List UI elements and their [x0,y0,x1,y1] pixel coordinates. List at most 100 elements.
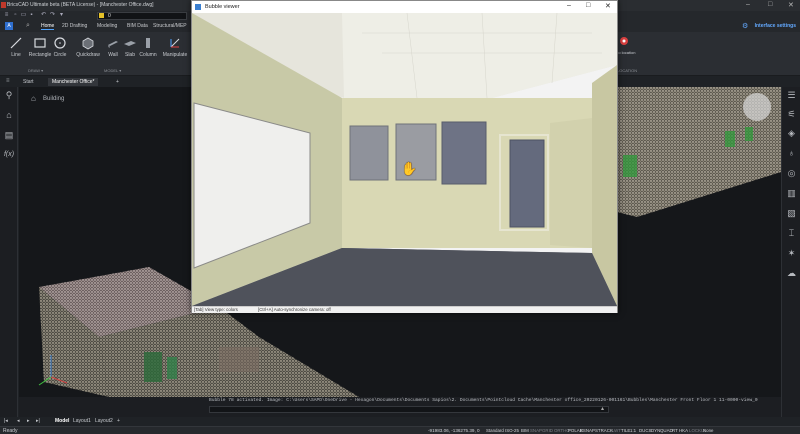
view-cube-icon[interactable] [743,93,771,121]
search-icon[interactable]: ⌕ [26,22,30,30]
circle-button[interactable]: Circle [47,36,73,64]
left-toolbar: ⚲ ⌂ ▤ f(x) [0,87,18,417]
status-toggle-rt[interactable]: RT [672,428,678,433]
column-button[interactable]: Column [135,36,161,64]
building-icon: ⌂ [31,94,36,103]
interface-settings-link[interactable]: Interface settings [755,23,796,29]
hand-cursor-icon: ✋ [401,161,418,176]
status-toggle-lwt[interactable]: LWT [612,428,621,433]
redo-icon[interactable]: ↷ [49,12,56,19]
bv-maximize-button[interactable]: □ [586,2,590,9]
status-toggle-esnap[interactable]: ESNAP [580,428,595,433]
prev-layout-icon[interactable]: ◂ [17,418,20,424]
tab-2d-drafting[interactable]: 2D Drafting [62,23,87,29]
function-icon[interactable]: f(x) [3,149,15,161]
render-icon[interactable]: ◎ [785,167,798,180]
model-group-label[interactable]: MODEL ▾ [104,68,121,73]
draw-group-label[interactable]: DRAW ▾ [28,68,43,73]
geo-location-icon [620,37,628,45]
bubble-viewer-icon [195,4,201,10]
manipulate-button[interactable]: Manipulate [161,36,189,64]
location-pin-icon[interactable]: ⚲ [3,89,15,101]
library-icon[interactable]: ▥ [785,187,798,200]
structure-icon[interactable]: ▧ [785,207,798,220]
bubble-viewer-title: Bubble viewer [205,4,240,10]
window-title: BricsCAD Ultimate beta (BETA License) - … [7,2,154,8]
manipulate-icon [170,38,180,48]
bv-close-button[interactable]: ✕ [605,2,611,10]
settings-icon: ⚙ [742,23,749,30]
layers-icon[interactable]: ▤ [3,129,15,141]
properties-icon[interactable]: ☰ [785,89,798,102]
status-toggle-strack[interactable]: STRACK [595,428,613,433]
status-toggle-1-1[interactable]: 1:1 [630,428,636,433]
command-input[interactable] [209,406,609,413]
undo-icon[interactable]: ↶ [40,12,47,19]
status-toggle-none[interactable]: None [703,428,714,433]
first-layout-icon[interactable]: |◂ [4,418,8,424]
tab-modeling[interactable]: Modeling [97,23,117,29]
layer-dropdown[interactable]: 0 [97,12,187,20]
layout-tab-bar: |◂ ◂ ▸ ▸| Model Layout1 Layout2 + [0,417,800,426]
bulb-icon[interactable]: ♁ [785,147,798,160]
status-toggle-grid[interactable]: GRID [542,428,553,433]
layout-tab-layout2[interactable]: Layout2 [95,418,113,424]
status-toggle-snap[interactable]: SNAP [530,428,542,433]
doc-tab-start[interactable]: Start [19,78,38,86]
status-toggle-ducs[interactable]: DUCS [639,428,651,433]
doc-tab-manchester-office[interactable]: Manchester Office* [48,78,99,86]
dropdown-icon[interactable]: ▾ [58,12,65,19]
last-layout-icon[interactable]: ▸| [36,418,40,424]
workspace-icon[interactable]: A [5,22,13,30]
tab-home[interactable]: Home [41,23,55,30]
new-file-icon[interactable]: ▫ [12,12,19,19]
minimize-button[interactable]: – [746,1,750,8]
right-toolbar: ☰ ⚟ ◈ ♁ ◎ ▥ ▧ ⌶ ✶ ☁ [781,87,800,417]
circle-label: Circle [53,52,67,58]
status-toggle-hka[interactable]: HKA [679,428,688,433]
close-button[interactable]: ✕ [788,1,794,9]
menu-icon[interactable]: ≡ [3,12,10,19]
open-file-icon[interactable]: ▭ [20,12,27,19]
bubble-viewer-titlebar[interactable]: Bubble viewer – □ ✕ [192,1,617,13]
layer-bulb-icon [99,13,104,18]
room-photo [192,13,617,306]
layer-value: 0 [108,13,111,19]
command-expand-icon[interactable]: ▴ [601,405,604,412]
cloud-icon[interactable]: ☁ [785,267,798,280]
tab-bim-data[interactable]: BIM Data [127,23,148,29]
status-toggle-tile[interactable]: TILE [621,428,630,433]
pin-icon[interactable]: ✶ [785,247,798,260]
status-toggle-quad[interactable]: QUAD [660,428,673,433]
home-icon[interactable]: ⌂ [3,109,15,121]
quickdraw-button[interactable]: Quickdraw [73,36,103,64]
maximize-button[interactable]: □ [768,1,772,8]
stack-icon[interactable]: ◈ [785,127,798,140]
panorama-image[interactable]: ✋ [192,13,617,306]
next-layout-icon[interactable]: ▸ [27,418,30,424]
breadcrumb: Building [43,96,65,102]
add-layout-button[interactable]: + [117,418,120,424]
sliders-icon[interactable]: ⚟ [785,108,798,121]
line-label: Line [11,52,21,58]
new-tab-button[interactable]: + [112,78,123,86]
command-history: Bubble 78 activated. Image: C:\Users\SAP… [209,398,758,403]
quickdraw-icon [82,37,94,50]
status-toggle-standard[interactable]: Standard [486,428,504,433]
line-button[interactable]: Line [3,36,29,64]
location-group-label: LOCATION [617,68,638,73]
layout-tab-model[interactable]: Model [55,418,69,424]
bv-minimize-button[interactable]: – [567,2,571,9]
status-toggle-dyn[interactable]: DYN [651,428,660,433]
status-toggle-iso-25[interactable]: ISO-25 [505,428,519,433]
app-logo-icon [1,2,6,8]
section-icon[interactable]: ⌶ [785,227,798,240]
save-icon[interactable]: ▪ [28,12,35,19]
column-label: Column [139,52,157,58]
tab-menu-icon[interactable]: ≡ [6,78,10,84]
status-toggle-bim[interactable]: BIM [521,428,529,433]
tab-structural-mep[interactable]: Structural/MEP [153,23,187,29]
camera-sync-status: [Ctrl+A] Auto-synchronize camera: off [258,307,331,312]
layout-tab-layout1[interactable]: Layout1 [73,418,91,424]
command-line: Bubble 78 activated. Image: C:\Users\SAP… [19,397,781,417]
